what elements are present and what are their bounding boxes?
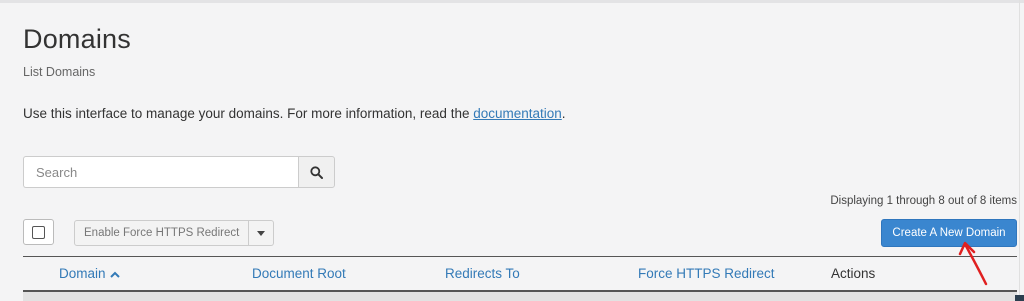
corner-widget bbox=[1015, 295, 1024, 301]
search-icon bbox=[310, 165, 323, 179]
intro-text-body: Use this interface to manage your domain… bbox=[23, 106, 474, 121]
column-header-redirects-to[interactable]: Redirects To bbox=[445, 266, 520, 281]
page-subtitle: List Domains bbox=[23, 65, 96, 79]
documentation-link[interactable]: documentation bbox=[473, 106, 562, 121]
intro-text: Use this interface to manage your domain… bbox=[23, 106, 566, 121]
search-input[interactable] bbox=[23, 156, 298, 188]
intro-text-end: . bbox=[561, 106, 566, 121]
column-header-domain[interactable]: Domain bbox=[59, 266, 120, 281]
select-all-checkbox[interactable] bbox=[23, 219, 54, 245]
search-button[interactable] bbox=[298, 156, 335, 188]
enable-force-https-button[interactable]: Enable Force HTTPS Redirect bbox=[74, 220, 250, 246]
caret-down-icon bbox=[257, 230, 266, 236]
sort-ascending-icon bbox=[109, 271, 120, 278]
column-label-domain: Domain bbox=[59, 266, 106, 281]
top-border bbox=[0, 0, 1024, 3]
pagination-summary: Displaying 1 through 8 out of 8 items bbox=[830, 195, 1017, 207]
bulk-action-group: Enable Force HTTPS Redirect bbox=[74, 220, 275, 246]
column-header-actions: Actions bbox=[831, 266, 876, 281]
table-first-row bbox=[23, 292, 1017, 301]
search-bar bbox=[23, 156, 335, 188]
right-border bbox=[1019, 0, 1020, 301]
table-header: Domain Document Root Redirects To Force … bbox=[23, 256, 1017, 292]
create-domain-button[interactable]: Create A New Domain bbox=[881, 219, 1017, 247]
page-title: Domains bbox=[23, 24, 131, 54]
checkbox-box bbox=[32, 225, 45, 239]
column-header-document-root[interactable]: Document Root bbox=[252, 266, 346, 281]
column-header-force-https[interactable]: Force HTTPS Redirect bbox=[638, 266, 775, 281]
bulk-action-dropdown-toggle[interactable] bbox=[249, 220, 275, 246]
